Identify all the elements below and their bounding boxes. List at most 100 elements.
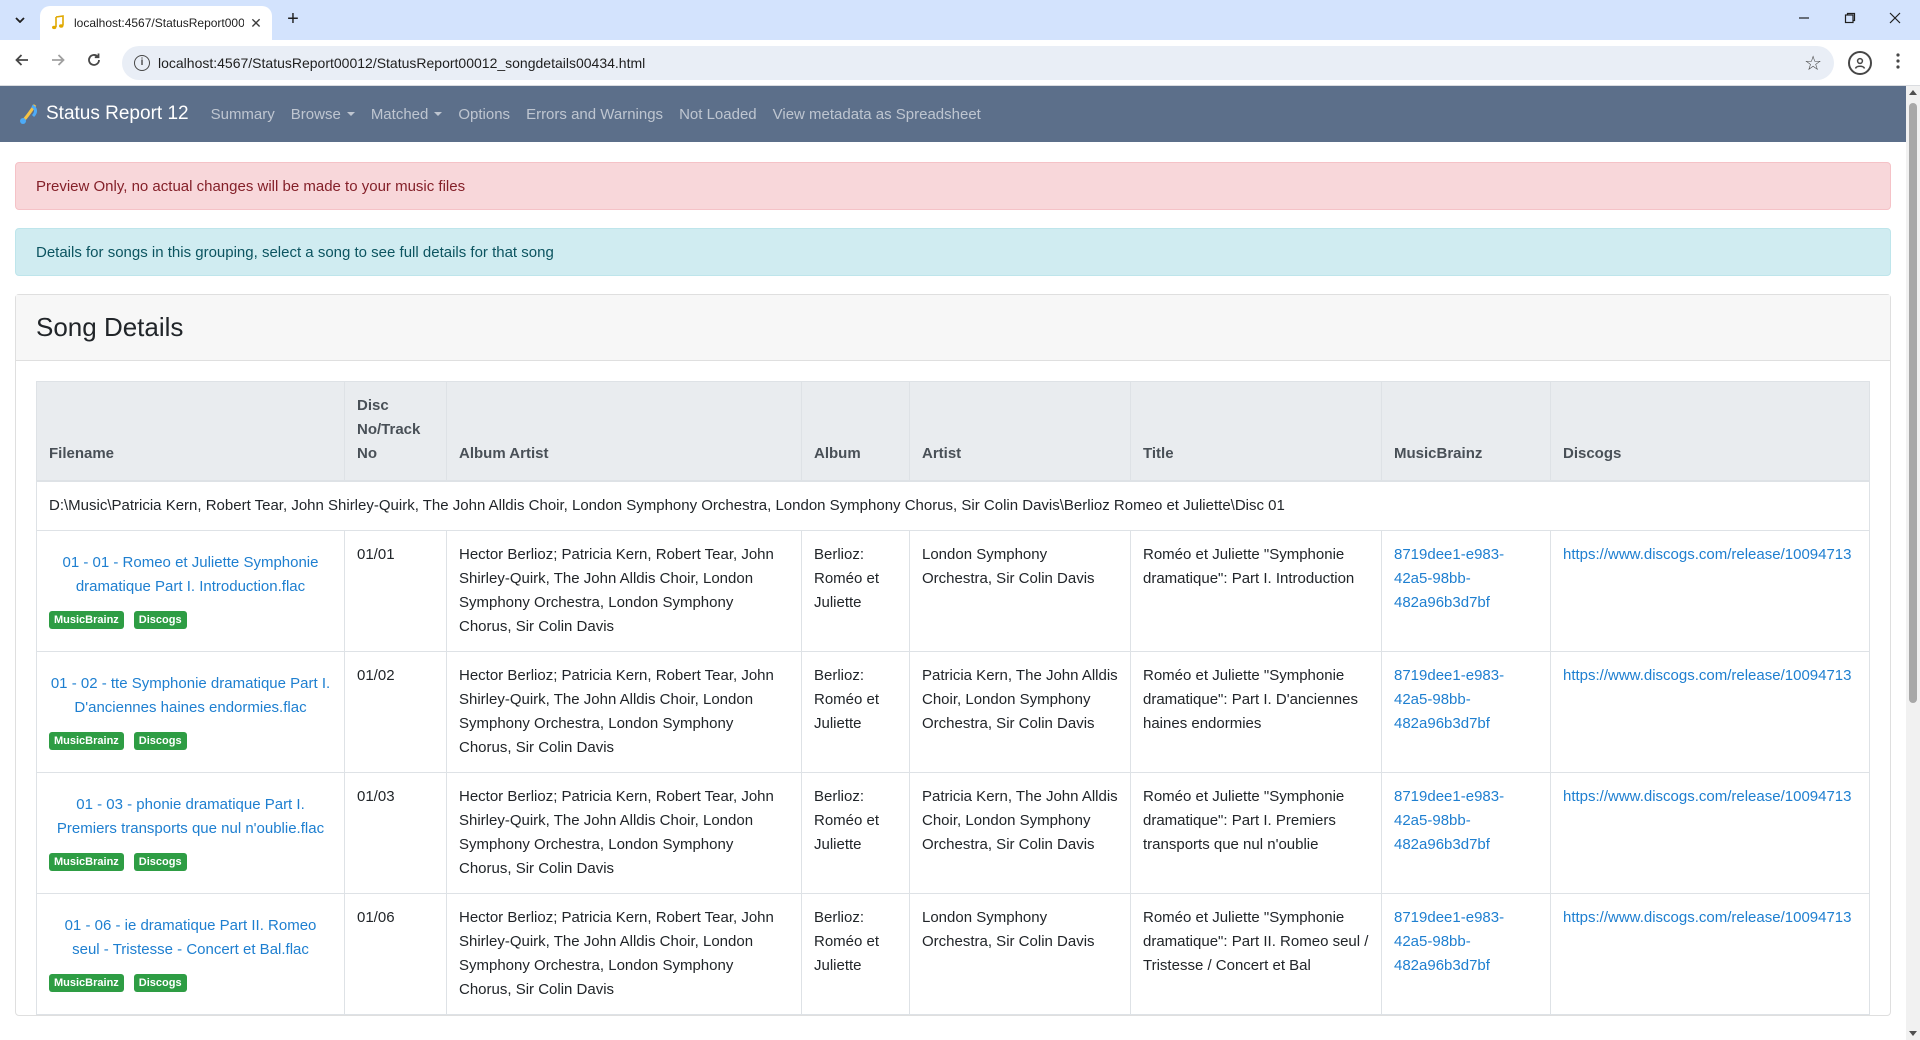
track-cell: 01/03 — [344, 772, 447, 894]
musicbrainz-cell: 8719dee1-e983-42a5-98bb-482a96b3d7bf — [1381, 651, 1551, 773]
discogs-badge[interactable]: Discogs — [133, 974, 187, 992]
header-disc-line3: No — [357, 445, 377, 462]
site-info-icon[interactable]: i — [134, 55, 150, 71]
brand[interactable]: Status Report 12 — [18, 103, 189, 125]
back-arrow-icon[interactable] — [10, 51, 34, 75]
header-album-artist[interactable]: Album Artist — [446, 381, 802, 482]
header-title[interactable]: Title — [1130, 381, 1382, 482]
nav-summary[interactable]: Summary — [211, 106, 275, 123]
musicbrainz-link[interactable]: 8719dee1-e983-42a5-98bb-482a96b3d7bf — [1394, 909, 1504, 974]
musicbrainz-badge[interactable]: MusicBrainz — [49, 732, 124, 750]
scroll-down-arrow-icon[interactable] — [1909, 1031, 1917, 1036]
artist-cell: Patricia Kern, The John Alldis Choir, Lo… — [909, 772, 1131, 894]
new-tab-button[interactable]: + — [282, 9, 304, 31]
nav-errors-warnings[interactable]: Errors and Warnings — [526, 106, 663, 123]
scroll-up-arrow-icon[interactable] — [1909, 90, 1917, 95]
album-cell: Berlioz: Roméo et Juliette — [801, 893, 910, 1015]
restore-icon[interactable] — [1838, 8, 1862, 32]
musicbrainz-link[interactable]: 8719dee1-e983-42a5-98bb-482a96b3d7bf — [1394, 667, 1504, 732]
nav-view-spreadsheet[interactable]: View metadata as Spreadsheet — [773, 106, 981, 123]
musicbrainz-badge[interactable]: MusicBrainz — [49, 974, 124, 992]
card-header: Song Details — [16, 295, 1890, 361]
album-artist-cell: Hector Berlioz; Patricia Kern, Robert Te… — [446, 530, 802, 652]
musicbrainz-badge[interactable]: MusicBrainz — [49, 853, 124, 871]
address-bar[interactable]: i localhost:4567/StatusReport00012/Statu… — [122, 46, 1834, 80]
badge-group: MusicBrainz Discogs — [49, 732, 332, 750]
album-cell: Berlioz: Roméo et Juliette — [801, 530, 910, 652]
reload-icon[interactable] — [82, 51, 106, 75]
musicbrainz-link[interactable]: 8719dee1-e983-42a5-98bb-482a96b3d7bf — [1394, 788, 1504, 853]
tab-search-chevron-icon[interactable] — [8, 8, 32, 32]
album-cell: Berlioz: Roméo et Juliette — [801, 772, 910, 894]
profile-icon[interactable] — [1848, 51, 1872, 75]
header-disc-line2: No/Track — [357, 421, 421, 438]
discogs-cell: https://www.discogs.com/release/10094713 — [1550, 530, 1870, 652]
musicbrainz-cell: 8719dee1-e983-42a5-98bb-482a96b3d7bf — [1381, 772, 1551, 894]
window-close-icon[interactable] — [1883, 8, 1907, 32]
header-album[interactable]: Album — [801, 381, 910, 482]
discogs-link[interactable]: https://www.discogs.com/release/10094713 — [1563, 909, 1852, 926]
musicbrainz-cell: 8719dee1-e983-42a5-98bb-482a96b3d7bf — [1381, 530, 1551, 652]
forward-arrow-icon[interactable] — [46, 51, 70, 75]
header-disc-line1: Disc — [357, 397, 389, 414]
title-cell: Roméo et Juliette "Symphonie dramatique"… — [1130, 772, 1382, 894]
table-row: 01 - 02 - tte Symphonie dramatique Part … — [36, 651, 1870, 773]
title-cell: Roméo et Juliette "Symphonie dramatique"… — [1130, 651, 1382, 773]
card-body: Filename Disc No/Track No Album Artist Alb… — [16, 361, 1890, 1015]
discogs-cell: https://www.discogs.com/release/10094713 — [1550, 651, 1870, 773]
filename-link[interactable]: 01 - 02 - tte Symphonie dramatique Part … — [51, 675, 330, 716]
app-logo-icon — [20, 104, 37, 124]
tab-close-icon[interactable]: ✕ — [248, 15, 264, 31]
title-cell: Roméo et Juliette "Symphonie dramatique"… — [1130, 893, 1382, 1015]
album-artist-cell: Hector Berlioz; Patricia Kern, Robert Te… — [446, 772, 802, 894]
tab-title: localhost:4567/StatusReport000 — [74, 16, 244, 30]
nav-options[interactable]: Options — [458, 106, 510, 123]
artist-cell: London Symphony Orchestra, Sir Colin Dav… — [909, 530, 1131, 652]
nav-browse-dropdown[interactable]: Browse — [291, 106, 355, 123]
kebab-menu-icon[interactable] — [1886, 51, 1910, 75]
nav-browse-label: Browse — [290, 105, 341, 123]
caret-down-icon — [434, 111, 443, 116]
artist-cell: Patricia Kern, The John Alldis Choir, Lo… — [909, 651, 1131, 773]
filename-cell: 01 - 03 - phonie dramatique Part I. Prem… — [36, 772, 345, 894]
filename-link[interactable]: 01 - 06 - ie dramatique Part II. Romeo s… — [65, 917, 317, 958]
group-path: D:\Music\Patricia Kern, Robert Tear, Joh… — [36, 480, 1870, 531]
track-cell: 01/01 — [344, 530, 447, 652]
discogs-link[interactable]: https://www.discogs.com/release/10094713 — [1563, 546, 1852, 563]
bookmark-star-icon[interactable]: ☆ — [1804, 51, 1822, 76]
musicbrainz-badge[interactable]: MusicBrainz — [49, 611, 124, 629]
discogs-cell: https://www.discogs.com/release/10094713 — [1550, 772, 1870, 894]
track-cell: 01/06 — [344, 893, 447, 1015]
discogs-badge[interactable]: Discogs — [133, 732, 187, 750]
browser-tab[interactable]: localhost:4567/StatusReport000 ✕ — [40, 6, 272, 40]
header-discogs[interactable]: Discogs — [1550, 381, 1870, 482]
table-row: 01 - 01 - Romeo et Juliette Symphonie dr… — [36, 530, 1870, 652]
musicbrainz-link[interactable]: 8719dee1-e983-42a5-98bb-482a96b3d7bf — [1394, 546, 1504, 611]
track-cell: 01/02 — [344, 651, 447, 773]
discogs-badge[interactable]: Discogs — [133, 853, 187, 871]
header-musicbrainz[interactable]: MusicBrainz — [1381, 381, 1551, 482]
filename-link[interactable]: 01 - 01 - Romeo et Juliette Symphonie dr… — [63, 554, 319, 595]
scroll-thumb[interactable] — [1909, 103, 1917, 703]
url-text[interactable]: localhost:4567/StatusReport00012/StatusR… — [158, 55, 645, 71]
browser-toolbar: i localhost:4567/StatusReport00012/Statu… — [0, 40, 1920, 86]
minimize-icon[interactable] — [1792, 8, 1816, 32]
caret-down-icon — [346, 111, 355, 116]
page-scrollbar[interactable] — [1906, 86, 1920, 1040]
nav-matched-dropdown[interactable]: Matched — [371, 106, 443, 123]
album-artist-cell: Hector Berlioz; Patricia Kern, Robert Te… — [446, 651, 802, 773]
nav-not-loaded[interactable]: Not Loaded — [679, 106, 757, 123]
discogs-badge[interactable]: Discogs — [133, 611, 187, 629]
table-row: 01 - 03 - phonie dramatique Part I. Prem… — [36, 772, 1870, 894]
header-filename[interactable]: Filename — [36, 381, 345, 482]
browser-tabstrip: localhost:4567/StatusReport000 ✕ + — [0, 0, 1920, 40]
header-artist[interactable]: Artist — [909, 381, 1131, 482]
discogs-cell: https://www.discogs.com/release/10094713 — [1550, 893, 1870, 1015]
filename-link[interactable]: 01 - 03 - phonie dramatique Part I. Prem… — [57, 796, 324, 837]
header-disc-track[interactable]: Disc No/Track No — [344, 381, 447, 482]
info-alert: Details for songs in this grouping, sele… — [15, 228, 1891, 276]
group-row: D:\Music\Patricia Kern, Robert Tear, Joh… — [36, 480, 1870, 531]
discogs-link[interactable]: https://www.discogs.com/release/10094713 — [1563, 788, 1852, 805]
filename-cell: 01 - 01 - Romeo et Juliette Symphonie dr… — [36, 530, 345, 652]
discogs-link[interactable]: https://www.discogs.com/release/10094713 — [1563, 667, 1852, 684]
